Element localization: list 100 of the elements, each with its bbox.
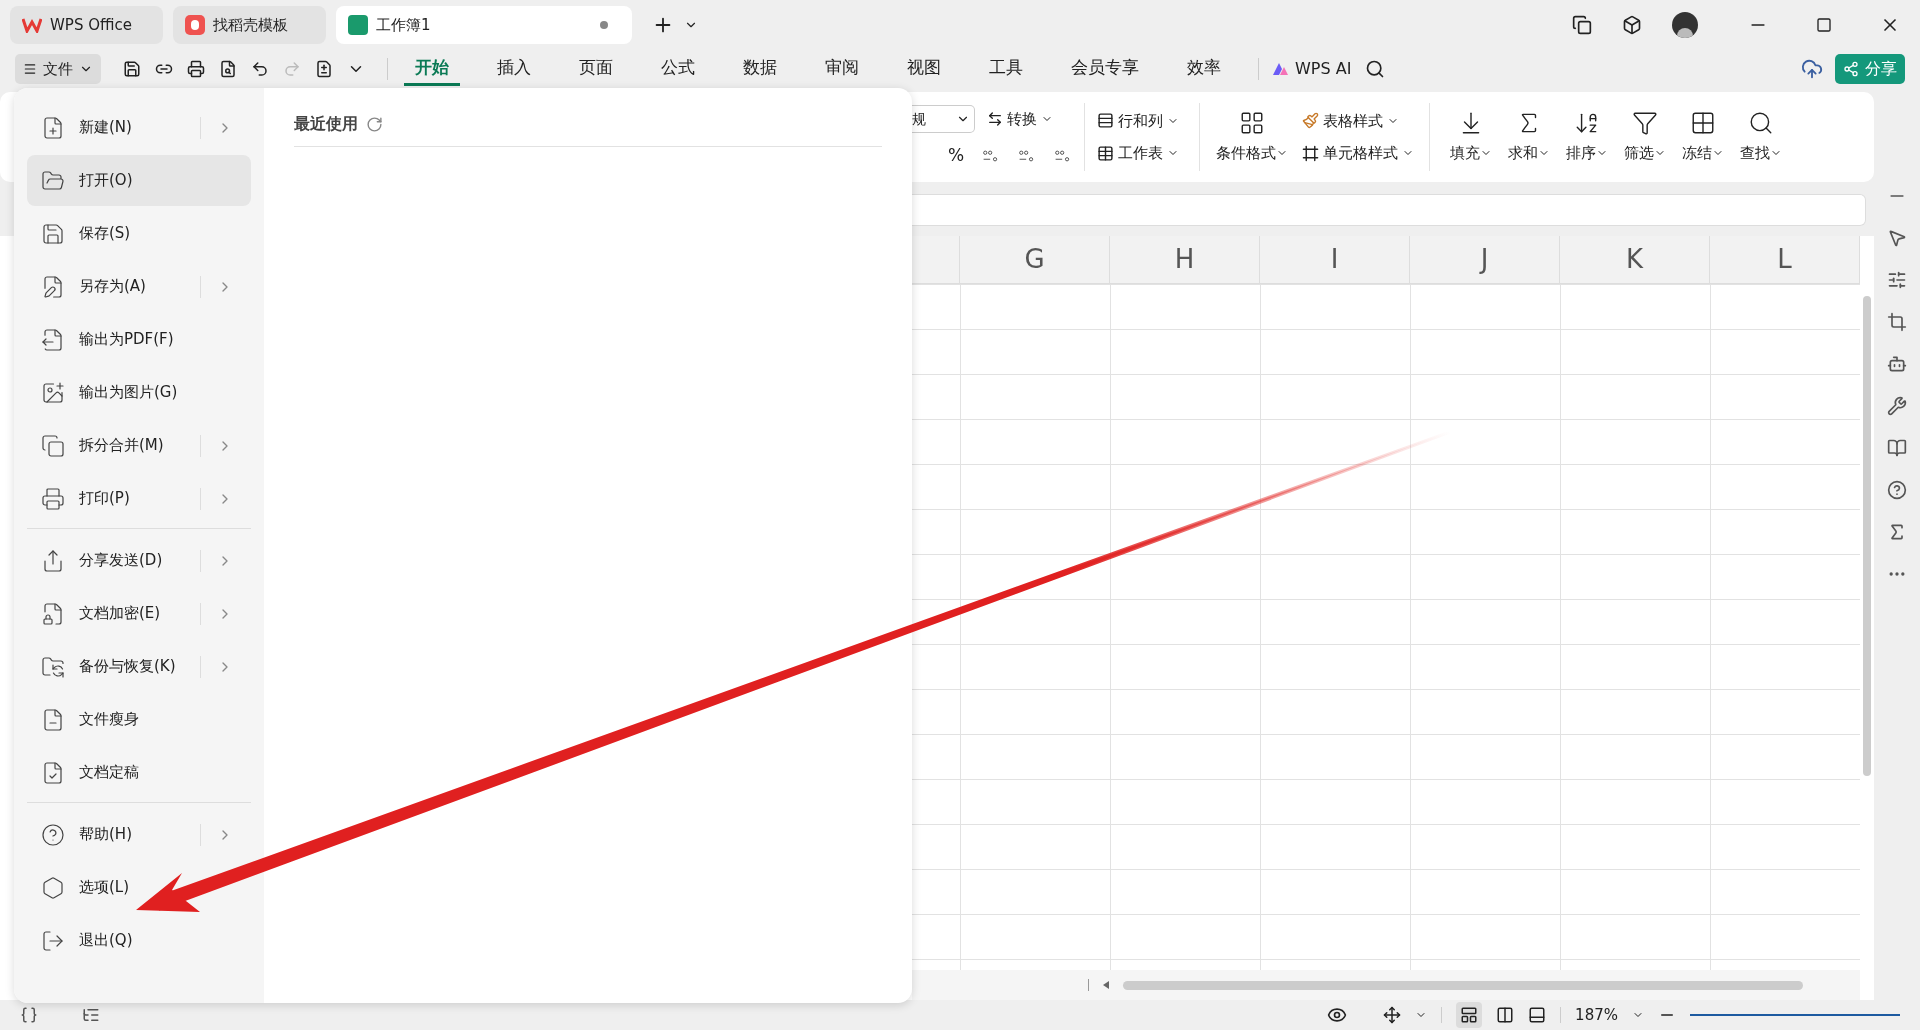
file-menu-item[interactable]: 文档定稿 <box>27 747 251 798</box>
exit-icon <box>41 928 65 953</box>
help-icon <box>41 822 65 847</box>
sheet-logo-icon <box>348 15 368 35</box>
windows-icon[interactable] <box>1572 15 1592 35</box>
restore-icon[interactable] <box>1816 17 1832 33</box>
file-menu-item[interactable]: 分享发送(D) <box>27 535 251 586</box>
menu-item-label: 选项(L) <box>79 877 131 899</box>
ribbon-tool-button[interactable]: 求和 <box>1500 109 1558 165</box>
column-header[interactable]: J <box>1410 236 1560 283</box>
file-menu-item[interactable]: 输出为图片(G) <box>27 367 251 418</box>
eye-icon[interactable] <box>1327 1005 1348 1025</box>
ribbon-tab[interactable]: 数据 <box>732 52 788 86</box>
file-menu-item[interactable]: 打开(O) <box>27 155 251 206</box>
file-menu-item[interactable]: 打印(P) <box>27 473 251 524</box>
menu-item-label: 分享发送(D) <box>79 550 164 572</box>
share-button[interactable]: 分享 <box>1835 54 1905 84</box>
file-menu-item[interactable]: 备份与恢复(K) <box>27 641 251 692</box>
file-menu-item[interactable]: 退出(Q) <box>27 915 251 966</box>
file-menu-item[interactable]: 文件瘦身 <box>27 694 251 745</box>
window-tab[interactable]: 工作簿1 <box>336 6 632 44</box>
menu-item-label: 输出为图片(G) <box>79 382 179 404</box>
new-file-icon[interactable] <box>315 60 333 78</box>
column-header[interactable]: I <box>1260 236 1410 283</box>
ribbon-tab[interactable]: 公式 <box>650 52 706 86</box>
conditional-format-button[interactable]: 条件格式 <box>1212 109 1292 165</box>
column-header[interactable]: G <box>960 236 1110 283</box>
crop-icon[interactable] <box>1887 312 1907 332</box>
table-style-button[interactable]: 表格样式 <box>1302 109 1417 132</box>
menu-item-label: 打开(O) <box>79 170 134 192</box>
file-menu-item[interactable]: 选项(L) <box>27 862 251 913</box>
rows-columns-button[interactable]: 行和列 <box>1097 109 1187 132</box>
vertical-scrollbar[interactable] <box>1863 296 1871 776</box>
file-menu-item[interactable]: 新建(N) <box>27 102 251 153</box>
menu-item-label: 帮助(H) <box>79 824 133 846</box>
frame-icon <box>1302 144 1319 162</box>
ribbon-tool-button[interactable]: 冻结 <box>1674 109 1732 165</box>
column-header[interactable]: H <box>1110 236 1260 283</box>
ribbon-tab[interactable]: 视图 <box>896 52 952 86</box>
braces-icon[interactable] <box>20 1006 38 1024</box>
file-menu-item[interactable]: 文档加密(E) <box>27 588 251 639</box>
rows-icon <box>1097 112 1114 130</box>
cloud-upload-icon[interactable] <box>1801 58 1823 80</box>
book-icon[interactable] <box>1887 438 1907 458</box>
avatar-icon[interactable] <box>1672 12 1698 38</box>
ribbon-tool-button[interactable]: 查找 <box>1732 109 1790 165</box>
ribbon-tab[interactable]: 页面 <box>568 52 624 86</box>
scroll-left-icon[interactable] <box>1103 981 1109 989</box>
file-menu-item[interactable]: 输出为PDF(F) <box>27 314 251 365</box>
file-minus-icon <box>41 707 65 732</box>
menu-item-label: 拆分合并(M) <box>79 435 165 457</box>
file-menu-item[interactable]: 拆分合并(M) <box>27 420 251 471</box>
file-menu-button[interactable]: 文件 <box>15 54 101 84</box>
help-icon[interactable] <box>1887 480 1907 500</box>
ribbon-tab[interactable]: 插入 <box>486 52 542 86</box>
menu-item-label: 输出为PDF(F) <box>79 329 175 351</box>
ribbon-tool-button[interactable]: 填充 <box>1442 109 1500 165</box>
pointer-icon[interactable] <box>1887 228 1907 248</box>
formula-field[interactable] <box>912 194 1866 226</box>
ribbon-tab[interactable]: 审阅 <box>814 52 870 86</box>
convert-button[interactable]: 转换 <box>987 108 1053 131</box>
menu-item-label: 备份与恢复(K) <box>79 656 177 678</box>
cell-style-button[interactable]: 单元格样式 <box>1302 142 1417 165</box>
decimal-format-icon[interactable] <box>1054 148 1072 164</box>
ribbon-tool-button[interactable]: 排序 <box>1558 109 1616 165</box>
file-menu-item[interactable]: 另存为(A) <box>27 261 251 312</box>
printer-icon[interactable] <box>187 60 205 78</box>
outline-icon[interactable] <box>82 1006 100 1024</box>
move-icon[interactable] <box>1383 1006 1402 1024</box>
zoom-level[interactable]: 187% <box>1575 1003 1618 1027</box>
robot-icon[interactable] <box>1887 354 1907 374</box>
file-menu-item[interactable]: 帮助(H) <box>27 809 251 860</box>
column-header[interactable]: K <box>1560 236 1710 283</box>
save-icon[interactable] <box>123 60 141 78</box>
image-icon <box>41 380 65 405</box>
window-tab[interactable]: 找稻壳模板 <box>173 6 326 44</box>
refresh-icon[interactable] <box>366 115 383 133</box>
normal-view-button[interactable] <box>1456 1002 1483 1028</box>
undo-icon[interactable] <box>251 60 269 78</box>
ribbon-tool-button[interactable]: 筛选 <box>1616 109 1674 165</box>
percent-button[interactable]: % <box>948 143 965 169</box>
wps-logo-icon <box>22 17 42 33</box>
horizontal-scrollbar[interactable] <box>1123 980 1803 990</box>
break-view-icon[interactable] <box>1528 1006 1547 1024</box>
file-menu-item[interactable]: 保存(S) <box>27 208 251 259</box>
sliders-icon[interactable] <box>1887 270 1907 290</box>
ribbon-tab[interactable]: 效率 <box>1176 52 1232 86</box>
share-icon <box>41 548 65 573</box>
search-icon[interactable] <box>1365 59 1386 79</box>
worksheet-button[interactable]: 工作表 <box>1097 142 1187 165</box>
wrench-icon[interactable] <box>1887 396 1907 416</box>
menu-item-label: 文档定稿 <box>79 762 140 784</box>
ribbon-tab[interactable]: 工具 <box>978 52 1034 86</box>
tab-title: WPS Office <box>50 14 133 36</box>
ai-button[interactable]: WPS AI <box>1271 57 1352 81</box>
print-preview-icon[interactable] <box>219 60 237 78</box>
cube-icon[interactable] <box>1622 15 1642 35</box>
ribbon-tab[interactable]: 会员专享 <box>1060 52 1150 86</box>
window-tab[interactable]: WPS Office <box>10 6 163 44</box>
page-view-icon[interactable] <box>1496 1006 1515 1024</box>
